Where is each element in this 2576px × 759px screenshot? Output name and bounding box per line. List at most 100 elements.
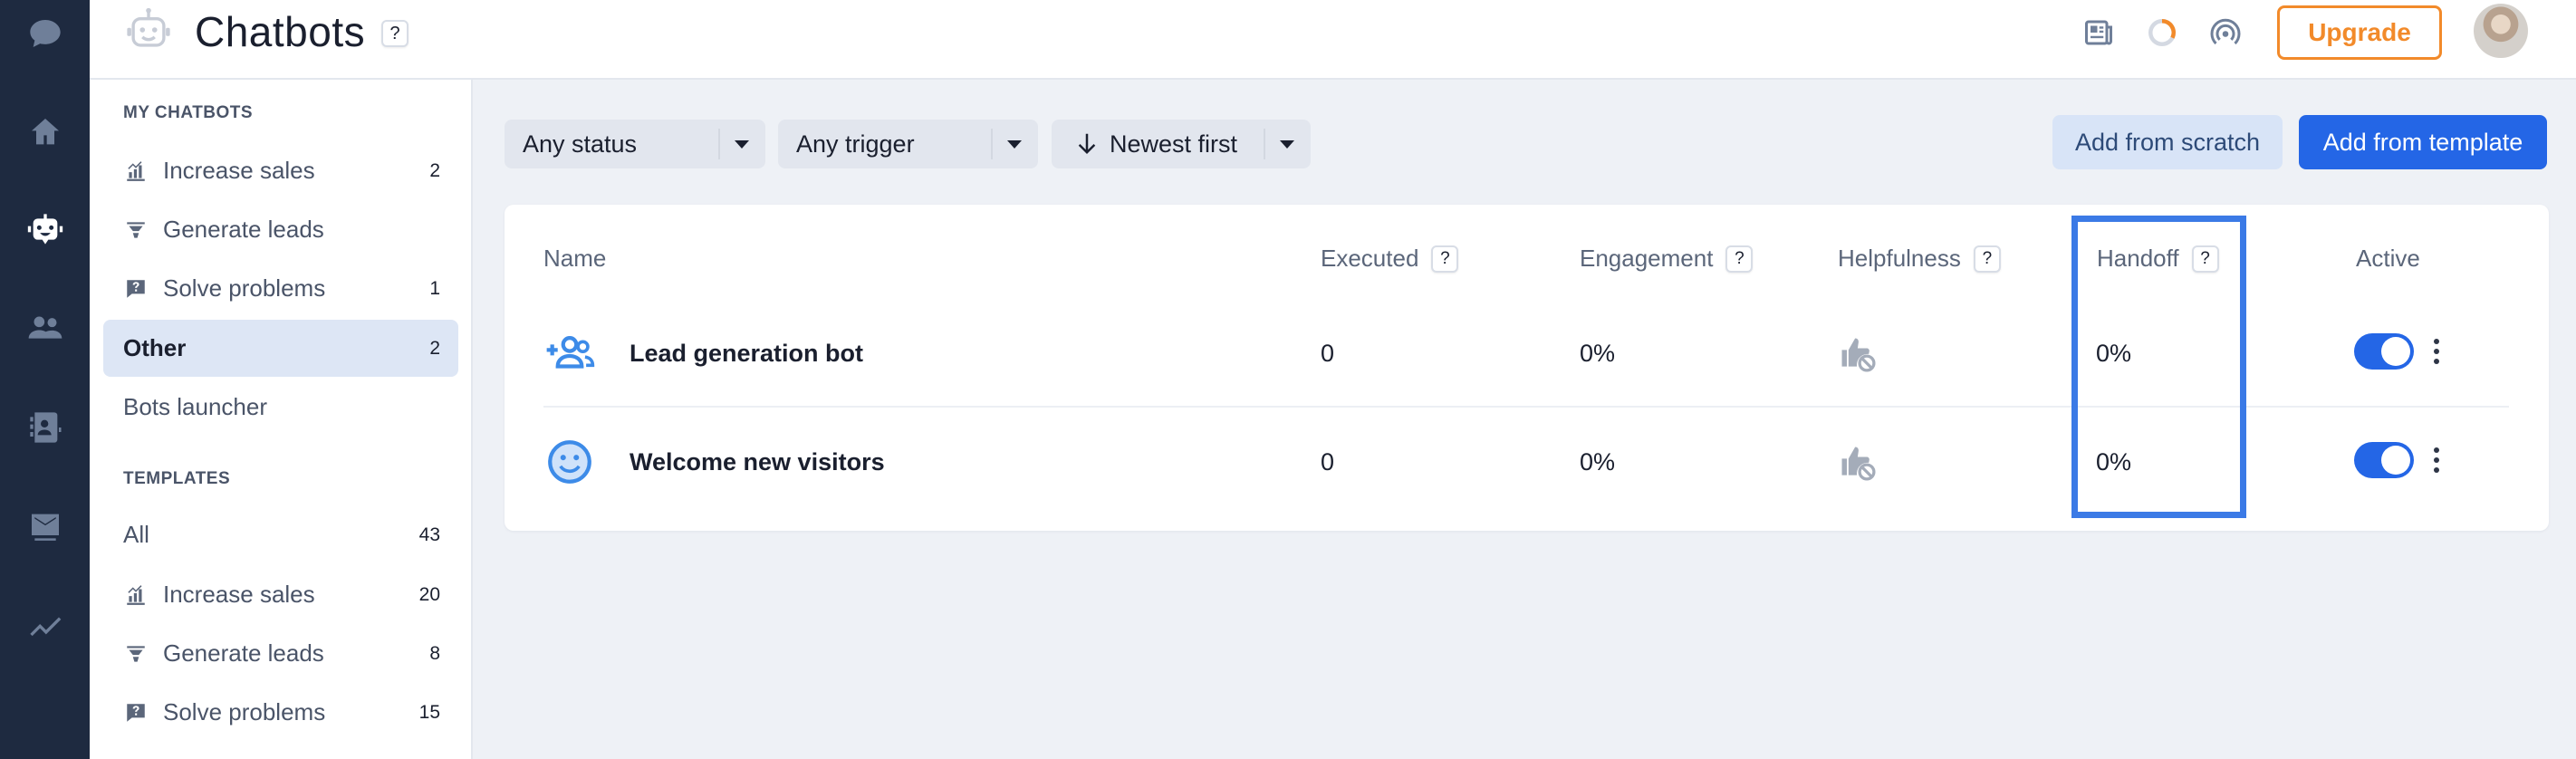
helpfulness-help-button[interactable]: ? (1973, 245, 2001, 273)
help-chat-icon (123, 700, 149, 725)
handoff-help-button[interactable]: ? (2191, 245, 2219, 273)
template-item-all[interactable]: All 43 (103, 506, 458, 563)
sidebar-item-bots-launcher[interactable]: Bots launcher (103, 379, 458, 436)
engagement-value: 0% (1580, 339, 1616, 367)
left-nav-rail (0, 0, 90, 759)
add-from-template-button[interactable]: Add from template (2299, 115, 2547, 169)
upgrade-button[interactable]: Upgrade (2277, 5, 2442, 60)
table-row[interactable]: Lead generation bot 0 0% 0% (543, 299, 2509, 408)
chat-icon[interactable] (19, 7, 71, 59)
thumbs-up-disabled-icon (1841, 447, 1876, 481)
column-header-name: Name (543, 245, 606, 273)
sales-chart-icon (123, 582, 149, 608)
sidebar-item-label: Increase sales (163, 157, 315, 184)
sales-chart-icon (123, 159, 149, 184)
executed-value: 0 (1321, 339, 1335, 367)
sidebar-item-count: 2 (429, 159, 440, 181)
bot-icon[interactable] (19, 203, 71, 255)
arrow-down-icon (1078, 133, 1096, 154)
chatbot-logo-icon (127, 7, 170, 47)
column-header-label: Active (2356, 245, 2420, 272)
sidebar-item-increase-sales[interactable]: Increase sales 2 (103, 142, 458, 199)
bot-name[interactable]: Lead generation bot (630, 299, 863, 408)
funnel-icon (123, 217, 149, 243)
column-header-active: Active (2356, 245, 2420, 273)
template-item-increase-sales[interactable]: Increase sales 20 (103, 566, 458, 623)
sidebar-item-other[interactable]: Other 2 (103, 320, 458, 377)
stats-icon[interactable] (19, 598, 71, 649)
dropdown-divider (718, 129, 720, 159)
trigger-filter-dropdown[interactable]: Any trigger (778, 120, 1038, 168)
sidebar-item-generate-leads[interactable]: Generate leads (103, 201, 458, 258)
bot-name[interactable]: Welcome new visitors (630, 408, 885, 516)
broadcast-icon[interactable] (2207, 14, 2244, 51)
add-from-scratch-button[interactable]: Add from scratch (2052, 115, 2283, 169)
engagement-value: 0% (1580, 447, 1616, 476)
handoff-value: 0% (2096, 447, 2132, 476)
sidebar-item-label: Generate leads (163, 639, 324, 667)
users-icon[interactable] (19, 302, 71, 353)
more-options-icon[interactable] (2427, 440, 2446, 480)
lead-bot-icon-cell (543, 299, 596, 408)
news-icon[interactable] (2081, 14, 2117, 51)
helpfulness-cell (1837, 408, 1877, 516)
chatbots-sidebar: MY CHATBOTS Increase sales 2 Generate le… (90, 80, 473, 759)
page-title: Chatbots (195, 8, 366, 55)
sort-dropdown[interactable]: Newest first (1052, 120, 1311, 168)
inbox-icon[interactable] (19, 500, 71, 552)
table-row[interactable]: Welcome new visitors 0 0% 0% (543, 408, 2509, 516)
handoff-value: 0% (2096, 339, 2132, 367)
smiley-icon (548, 440, 591, 484)
sidebar-item-count: 8 (429, 642, 440, 664)
sidebar-item-label: Solve problems (163, 274, 326, 302)
welcome-bot-icon-cell (543, 408, 596, 516)
thumbs-up-disabled-icon (1841, 338, 1876, 372)
sidebar-item-label: All (123, 521, 149, 548)
sidebar-item-count: 1 (429, 277, 440, 299)
column-header-executed: Executed ? (1321, 245, 1459, 273)
engagement-help-button[interactable]: ? (1725, 245, 1754, 273)
column-header-label: Engagement (1580, 245, 1714, 272)
sidebar-item-count: 15 (418, 701, 440, 723)
my-chatbots-heading: MY CHATBOTS (123, 103, 254, 122)
caret-down-icon (1007, 140, 1022, 149)
active-toggle[interactable] (2354, 442, 2414, 478)
column-header-label: Helpfulness (1838, 245, 1961, 272)
user-avatar[interactable] (2474, 4, 2528, 58)
sidebar-item-label: Bots launcher (123, 393, 267, 420)
status-filter-value: Any status (523, 130, 638, 158)
dropdown-divider (1264, 129, 1265, 159)
executed-value: 0 (1321, 447, 1335, 476)
add-group-icon (546, 335, 595, 369)
helpfulness-cell (1837, 299, 1877, 408)
top-bar: Chatbots ? Upgrade (90, 0, 2576, 80)
contacts-icon[interactable] (19, 401, 71, 453)
title-help-button[interactable]: ? (381, 20, 409, 47)
column-header-label: Name (543, 245, 607, 272)
column-header-engagement: Engagement ? (1580, 245, 1754, 273)
sidebar-item-solve-problems[interactable]: Solve problems 1 (103, 260, 458, 317)
caret-down-icon (1280, 140, 1294, 149)
active-toggle[interactable] (2354, 333, 2414, 370)
sort-value: Newest first (1110, 130, 1238, 158)
sidebar-item-label: Other (123, 334, 187, 361)
funnel-icon (123, 641, 149, 667)
status-filter-dropdown[interactable]: Any status (505, 120, 765, 168)
caret-down-icon (735, 140, 749, 149)
column-header-label: Executed (1321, 245, 1419, 272)
executed-help-button[interactable]: ? (1431, 245, 1459, 273)
sidebar-item-label: Solve problems (163, 698, 326, 725)
more-options-icon[interactable] (2427, 331, 2446, 371)
sidebar-item-label: Increase sales (163, 581, 315, 608)
trigger-filter-value: Any trigger (796, 130, 915, 158)
sidebar-item-count: 2 (429, 337, 440, 359)
chatbots-table: Name Executed ? Engagement ? Helpfulness… (505, 205, 2549, 531)
column-header-helpfulness: Helpfulness ? (1838, 245, 2001, 273)
dropdown-divider (991, 129, 993, 159)
home-icon[interactable] (19, 106, 71, 158)
column-header-handoff: Handoff ? (2097, 245, 2219, 273)
progress-icon[interactable] (2144, 14, 2180, 51)
template-item-generate-leads[interactable]: Generate leads 8 (103, 625, 458, 682)
sidebar-item-count: 20 (418, 583, 440, 605)
template-item-solve-problems[interactable]: Solve problems 15 (103, 684, 458, 741)
